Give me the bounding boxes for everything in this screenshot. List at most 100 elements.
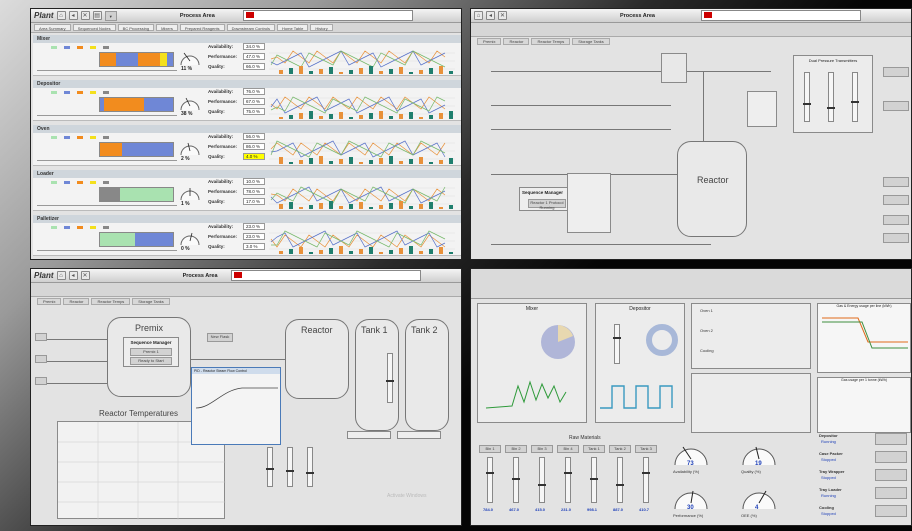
back-icon[interactable]: ◂ <box>68 271 78 280</box>
area-button[interactable]: ▾ <box>104 10 117 21</box>
nav-item[interactable]: History <box>310 24 333 31</box>
outlet-button[interactable] <box>883 215 909 225</box>
pressure-slider[interactable] <box>803 72 811 122</box>
outlet-button[interactable] <box>883 195 909 205</box>
outlet-button[interactable] <box>883 101 909 111</box>
sequence-manager-title: Sequence Manager <box>130 340 172 345</box>
availability-label: Availability: <box>208 89 234 94</box>
mixer-speed-trend <box>485 380 567 409</box>
home-icon[interactable]: ⌂ <box>474 11 483 20</box>
oee-row-oven: Oven 2 % Availability: 56.0 % Performanc… <box>33 125 461 166</box>
machine-name: Tray Wrapper <box>819 469 845 474</box>
availability-value: 34.0 % <box>243 43 265 50</box>
machine-detail-button[interactable] <box>875 505 907 517</box>
reactor-pid-screen: ⌂ ◂ ✕ Process Area Premix Reactor Reacto… <box>470 8 912 260</box>
home-icon[interactable]: ⌂ <box>56 271 66 280</box>
reactor-vessel[interactable] <box>677 141 747 237</box>
row-body: 2 % Availability: 56.0 % Performance: 86… <box>33 133 461 166</box>
state-timeline <box>99 232 174 247</box>
bin-level <box>616 457 624 503</box>
tank-command-button[interactable] <box>397 431 441 439</box>
state-timeline <box>99 187 174 202</box>
machine-detail-button[interactable] <box>875 433 907 445</box>
tab-storage-tanks[interactable]: Storage Tanks <box>572 38 610 45</box>
nav-item[interactable]: Area Summary <box>34 24 71 31</box>
performance-label: Performance: <box>208 189 238 194</box>
tab-premix[interactable]: Premix <box>477 38 502 45</box>
alarm-banner[interactable] <box>701 10 861 21</box>
machine-state: Stopped <box>821 457 836 462</box>
gas-energy-chart: Gas & Energy usage per line (kWh) <box>817 303 911 373</box>
state-legend <box>51 91 110 95</box>
tank-command-button[interactable] <box>347 431 391 439</box>
nav-item[interactable]: Home Table <box>277 24 309 31</box>
state-bar-segment <box>100 233 136 246</box>
nav-item[interactable]: Prepared Reagents <box>179 24 225 31</box>
availability-label: Availability: <box>208 224 234 229</box>
oee-trend <box>269 230 455 254</box>
performance-value: 86.0 % <box>243 143 265 150</box>
tab-storage-tanks[interactable]: Storage Tanks <box>132 298 170 305</box>
nav-item[interactable]: Sequenced Nodes <box>72 24 116 31</box>
close-icon[interactable]: ✕ <box>80 271 90 280</box>
tab-premix[interactable]: Premix <box>37 298 62 305</box>
gauge-label: Performance (%) <box>673 513 704 518</box>
sequence-button[interactable]: Reactor 1 Protocol Running <box>528 199 566 210</box>
ready-button[interactable]: Ready to Start <box>130 357 172 365</box>
new-flask-button[interactable]: New Flask <box>207 333 233 342</box>
filter-unit[interactable] <box>661 53 687 83</box>
gauge-value: 73 <box>687 461 694 467</box>
nav-item[interactable]: Mixers <box>156 24 178 31</box>
print-icon[interactable]: ▤ <box>92 11 102 20</box>
toolbar: Plant ⌂ ◂ ✕ Process Area <box>31 269 461 283</box>
performance-label: Performance: <box>208 234 238 239</box>
sequence-manager: Sequence Manager Premix 1 Ready to Start <box>123 337 179 367</box>
bin-value: 784.0 <box>483 507 494 512</box>
gauge-value: 19 <box>755 461 762 467</box>
activate-windows-watermark: Activate Windows <box>387 493 427 499</box>
bin-value: 410.7 <box>639 507 650 512</box>
new-flask-button[interactable] <box>35 377 47 385</box>
setpoint-slider[interactable] <box>286 447 294 487</box>
machine-detail-button[interactable] <box>875 451 907 463</box>
setpoint-slider[interactable] <box>306 447 314 487</box>
state-bar-segment <box>135 233 173 246</box>
outlet-button[interactable] <box>883 177 909 187</box>
alarm-banner[interactable] <box>231 270 421 281</box>
machine-detail-button[interactable] <box>875 487 907 499</box>
oee-row-mixer: Mixer 11 % Availability: 34.0 % Performa… <box>33 35 461 76</box>
back-icon[interactable]: ◂ <box>486 11 495 20</box>
process-overview-screen: Plant ⌂ ◂ ✕ Process Area Premix Reactor … <box>30 268 462 526</box>
machine-detail-button[interactable] <box>875 469 907 481</box>
alarm-banner[interactable] <box>243 10 413 21</box>
quality-value: 66.0 % <box>243 63 265 70</box>
state-bar-segment <box>137 53 160 66</box>
close-icon[interactable]: ✕ <box>498 11 507 20</box>
tab-reactor[interactable]: Reactor <box>63 298 90 305</box>
close-icon[interactable]: ✕ <box>80 11 90 20</box>
new-flask-button[interactable] <box>35 355 47 363</box>
tab-reactor-temps[interactable]: Reactor Temps <box>91 298 131 305</box>
pressure-slider[interactable] <box>851 72 859 122</box>
premix-label: Premix <box>135 323 164 333</box>
setpoint-slider[interactable] <box>266 447 274 487</box>
outlet-button[interactable] <box>883 233 909 243</box>
home-icon[interactable]: ⌂ <box>56 11 66 20</box>
pipe <box>45 339 107 340</box>
state-bar-segment <box>100 143 122 156</box>
machine-name: Cooling <box>819 505 834 510</box>
new-flask-button[interactable] <box>35 333 47 341</box>
premix-sequence-button[interactable]: Premix 1 <box>130 348 172 356</box>
outlet-button[interactable] <box>883 67 909 77</box>
tab-reactor[interactable]: Reactor <box>503 38 530 45</box>
pid-faceplate-dialog[interactable]: PID - Reactor Steam Flow Control <box>191 367 281 445</box>
nav-item[interactable]: BC Processing <box>117 24 155 31</box>
nav-item[interactable]: Downstream Controls <box>226 24 276 31</box>
pressure-slider[interactable] <box>827 72 835 122</box>
tank2-vessel[interactable] <box>405 319 449 431</box>
tab-reactor-temps[interactable]: Reactor Temps <box>531 38 571 45</box>
gauge-label: Quality (%) <box>741 469 761 474</box>
back-icon[interactable]: ◂ <box>68 11 78 20</box>
performance-value: 78.0 % <box>243 188 265 195</box>
raw-materials-title: Raw Materials <box>569 435 601 441</box>
